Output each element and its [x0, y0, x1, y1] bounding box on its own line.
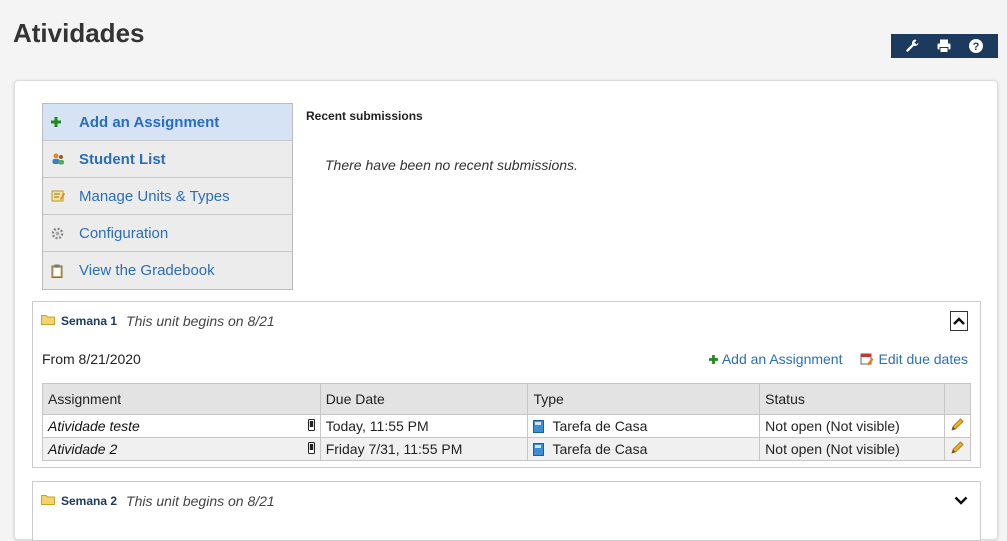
- expand-button[interactable]: [954, 492, 968, 510]
- mobile-icon: [307, 441, 315, 457]
- menu-label: Configuration: [79, 224, 169, 242]
- clipboard-icon: [51, 264, 79, 278]
- table-row: Atividade teste Today, 11:55 PM Tarefa d…: [42, 414, 972, 438]
- chevron-up-icon: [953, 312, 965, 330]
- book-icon: [533, 442, 545, 456]
- unit-header: Semana 1 This unit begins on 8/21: [41, 312, 275, 330]
- assignment-type: Tarefa de Casa: [552, 441, 648, 457]
- book-icon: [533, 419, 545, 433]
- assignment-name[interactable]: Atividade 2: [48, 441, 117, 457]
- folder-icon: [41, 312, 55, 330]
- table-row: Atividade 2 Friday 7/31, 11:55 PM Tarefa…: [42, 437, 972, 461]
- unit-name[interactable]: Semana 2: [61, 494, 117, 508]
- edit-list-icon: [51, 189, 79, 203]
- gear-icon: [51, 227, 79, 240]
- menu-add-assignment[interactable]: Add an Assignment: [43, 104, 292, 141]
- unit-semana-1: Semana 1 This unit begins on 8/21 From 8…: [32, 301, 981, 468]
- table-header-row: Assignment Due Date Type Status: [42, 383, 972, 415]
- unit-from-date: From 8/21/2020: [42, 351, 141, 367]
- mobile-icon: [307, 418, 315, 434]
- assignment-name[interactable]: Atividade teste: [48, 418, 140, 434]
- col-type: Type: [527, 383, 761, 415]
- main-panel: Add an Assignment Student List Manage Un…: [14, 80, 998, 541]
- pencil-icon: [950, 440, 965, 458]
- unit-name[interactable]: Semana 1: [61, 314, 117, 328]
- wrench-icon[interactable]: [902, 36, 924, 56]
- add-icon: [708, 354, 718, 364]
- menu-student-list[interactable]: Student List: [43, 141, 292, 178]
- col-assignment: Assignment: [42, 383, 321, 415]
- help-icon[interactable]: ?: [965, 36, 987, 56]
- add-assignment-link[interactable]: Add an Assignment: [708, 351, 842, 367]
- menu-manage-units[interactable]: Manage Units & Types: [43, 178, 292, 215]
- col-status: Status: [759, 383, 945, 415]
- unit-actions: Add an Assignment Edit due dates: [708, 351, 968, 367]
- due-date: Today, 11:55 PM: [319, 414, 529, 438]
- unit-begins: This unit begins on 8/21: [126, 313, 275, 329]
- edit-button[interactable]: [943, 437, 972, 461]
- recent-submissions-title: Recent submissions: [306, 109, 423, 123]
- toolbar: ?: [891, 34, 998, 58]
- print-icon[interactable]: [933, 36, 955, 56]
- menu-configuration[interactable]: Configuration: [43, 215, 292, 252]
- col-actions: [943, 383, 972, 415]
- calendar-edit-icon: [860, 352, 874, 366]
- pencil-icon: [950, 417, 965, 435]
- edit-due-dates-link[interactable]: Edit due dates: [860, 351, 968, 367]
- users-icon: [51, 152, 79, 166]
- unit-semana-2: Semana 2 This unit begins on 8/21: [32, 481, 981, 541]
- menu-label: Add an Assignment: [79, 113, 220, 131]
- svg-text:?: ?: [973, 41, 980, 53]
- unit-header: Semana 2 This unit begins on 8/21: [41, 492, 275, 510]
- folder-icon: [41, 492, 55, 510]
- add-icon: [51, 117, 79, 127]
- col-due-date: Due Date: [319, 383, 529, 415]
- assignment-status: Not open (Not visible): [759, 437, 945, 461]
- recent-submissions-empty: There have been no recent submissions.: [325, 157, 578, 173]
- edit-button[interactable]: [943, 414, 972, 438]
- page-title: Atividades: [13, 18, 145, 48]
- collapse-button[interactable]: [950, 311, 968, 331]
- assignment-status: Not open (Not visible): [759, 414, 945, 438]
- menu-label: Manage Units & Types: [79, 187, 230, 205]
- chevron-down-icon: [954, 492, 968, 509]
- assignments-table: Assignment Due Date Type Status Atividad…: [42, 383, 972, 461]
- menu-label: Student List: [79, 150, 166, 168]
- unit-begins: This unit begins on 8/21: [126, 493, 275, 509]
- menu-label: View the Gradebook: [79, 262, 215, 279]
- menu-gradebook[interactable]: View the Gradebook: [43, 252, 292, 289]
- side-menu: Add an Assignment Student List Manage Un…: [42, 103, 293, 290]
- assignment-type: Tarefa de Casa: [552, 418, 648, 434]
- due-date: Friday 7/31, 11:55 PM: [319, 437, 529, 461]
